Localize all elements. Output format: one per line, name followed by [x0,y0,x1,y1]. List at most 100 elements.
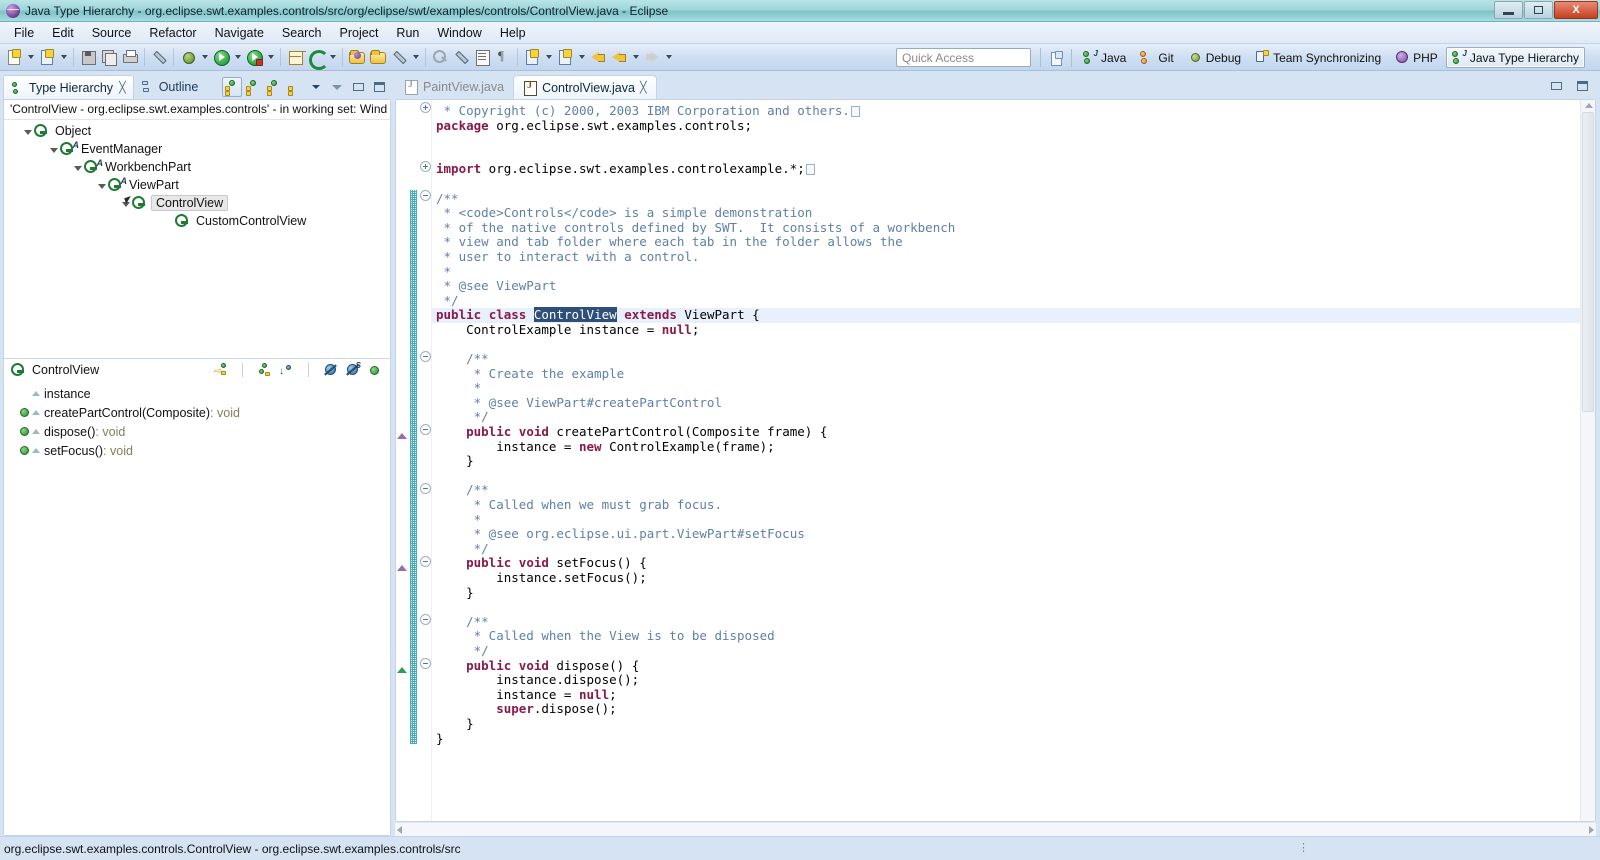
fold-collapse-icon[interactable] [420,614,431,625]
tree-row-object[interactable]: Object [4,122,390,140]
folding-ruler[interactable] [418,100,432,821]
minimize-button[interactable] [1494,1,1523,19]
menu-refactor[interactable]: Refactor [141,24,204,42]
perspective-debug[interactable]: Debug [1182,47,1247,68]
external-tools-dropdown-icon[interactable] [265,47,276,68]
maximize-icon[interactable] [1572,76,1592,96]
perspective-java[interactable]: J Java [1077,47,1132,68]
run-external-tools-icon[interactable] [244,47,264,68]
sort-by-defining-type-icon[interactable]: ↓ [277,361,296,379]
editor-vertical-scrollbar[interactable] [1580,100,1595,821]
members-list[interactable]: instance createPartControl(Composite) : … [4,381,390,835]
tree-row-eventmanager[interactable]: A EventManager [4,140,390,158]
refresh-icon[interactable] [306,47,329,70]
perspective-git[interactable]: Git [1134,47,1179,68]
scrollbar-thumb[interactable] [1582,112,1594,412]
menu-edit[interactable]: Edit [44,24,82,42]
tree-row-viewpart[interactable]: A ViewPart [4,176,390,194]
view-menu-icon[interactable] [327,77,347,97]
fold-collapse-icon[interactable] [420,424,431,435]
perspective-php[interactable]: PHP [1389,47,1444,68]
annotation-ruler[interactable] [396,100,408,821]
fold-collapse-icon[interactable] [420,658,431,669]
perspective-team-synchronizing[interactable]: Team Synchronizing [1249,47,1387,68]
menu-file[interactable]: File [6,24,42,42]
print-icon[interactable] [120,47,140,68]
editor-tab-paintview[interactable]: PaintView.java [395,75,513,99]
show-subtype-hierarchy-icon[interactable] [264,77,284,97]
previous-annotation-dropdown-icon[interactable] [576,47,587,68]
show-type-hierarchy-icon[interactable] [222,77,242,97]
member-row-setfocus[interactable]: setFocus() : void [4,441,390,460]
chevron-down-icon[interactable] [306,77,326,97]
back-icon[interactable] [609,47,629,68]
close-icon[interactable]: ╳ [119,81,126,94]
open-task-icon[interactable] [368,47,388,68]
tree-row-customcontrolview[interactable]: CustomControlView [4,212,390,230]
new-java-class-icon[interactable] [37,47,57,68]
run-icon[interactable] [211,47,231,68]
open-type-icon[interactable] [347,47,367,68]
show-whitespace-icon[interactable] [451,47,471,68]
minimize-icon[interactable] [1546,76,1566,96]
menu-project[interactable]: Project [332,24,387,42]
menu-navigate[interactable]: Navigate [207,24,272,42]
hide-fields-icon[interactable] [321,361,340,379]
expand-toggle-icon[interactable] [22,129,33,134]
fold-expand-icon[interactable] [420,102,431,113]
new-java-class-dropdown-icon[interactable] [58,47,69,68]
debug-icon[interactable] [178,47,198,68]
perspective-java-type-hierarchy[interactable]: J Java Type Hierarchy [1445,47,1585,68]
focus-on-selection-icon[interactable]: ⇨ [211,361,230,379]
toggle-mark-occurrences-icon[interactable] [149,47,169,68]
open-perspective-icon[interactable] [1046,48,1066,68]
run-dropdown-icon[interactable] [232,47,243,68]
tab-type-hierarchy[interactable]: Type Hierarchy ╳ [3,75,134,99]
new-java-project-icon[interactable] [285,47,305,68]
hierarchy-tree[interactable]: Object A EventManager A WorkbenchPart A … [4,120,390,358]
next-annotation-icon[interactable] [522,47,542,68]
expand-toggle-icon[interactable] [96,183,107,188]
maximize-icon[interactable] [369,77,389,97]
debug-dropdown-icon[interactable] [199,47,210,68]
code-editor[interactable]: * Copyright (c) 2000, 2003 IBM Corporati… [432,100,1580,821]
quick-access-input[interactable]: Quick Access [896,48,1031,67]
new-wizard-icon[interactable] [4,47,24,68]
scroll-up-icon[interactable] [1585,103,1593,108]
annotation-dropdown-icon[interactable] [410,47,421,68]
editor-horizontal-scrollbar[interactable] [395,822,1596,836]
back-dropdown-icon[interactable] [630,47,641,68]
fold-expand-icon[interactable] [420,161,431,172]
close-icon[interactable]: ╳ [640,81,647,94]
save-icon[interactable] [78,47,98,68]
next-annotation-dropdown-icon[interactable] [543,47,554,68]
new-wizard-dropdown-icon[interactable] [25,47,36,68]
fold-collapse-icon[interactable] [420,351,431,362]
layout-menu-icon[interactable] [285,77,305,97]
annotation-icon[interactable] [389,47,409,68]
minimize-icon[interactable] [348,77,368,97]
close-button[interactable]: X [1554,1,1598,19]
member-row-createpartcontrol[interactable]: createPartControl(Composite) : void [4,403,390,422]
previous-annotation-icon[interactable] [555,47,575,68]
search-icon[interactable] [430,47,450,68]
menu-window[interactable]: Window [429,24,489,42]
toggle-block-selection-icon[interactable] [472,47,492,68]
fold-collapse-icon[interactable] [420,483,431,494]
hide-non-public-members-icon[interactable] [365,361,384,379]
show-paragraph-marks-icon[interactable] [493,47,513,68]
scroll-right-icon[interactable] [1589,825,1594,834]
tree-row-controlview[interactable]: ControlView [4,194,390,212]
save-all-icon[interactable] [99,47,119,68]
expand-toggle-icon[interactable] [72,165,83,170]
show-inherited-members-icon[interactable] [255,361,274,379]
tree-row-workbenchpart[interactable]: A WorkbenchPart [4,158,390,176]
menu-source[interactable]: Source [84,24,140,42]
expand-toggle-icon[interactable] [48,147,59,152]
last-edit-location-icon[interactable] [588,47,608,68]
editor-tab-controlview[interactable]: ControlView.java ╳ [513,75,657,99]
forward-icon[interactable] [642,47,662,68]
scroll-left-icon[interactable] [397,825,402,834]
tab-outline[interactable]: Outline [134,75,206,99]
hide-static-members-icon[interactable]: S [343,361,362,379]
